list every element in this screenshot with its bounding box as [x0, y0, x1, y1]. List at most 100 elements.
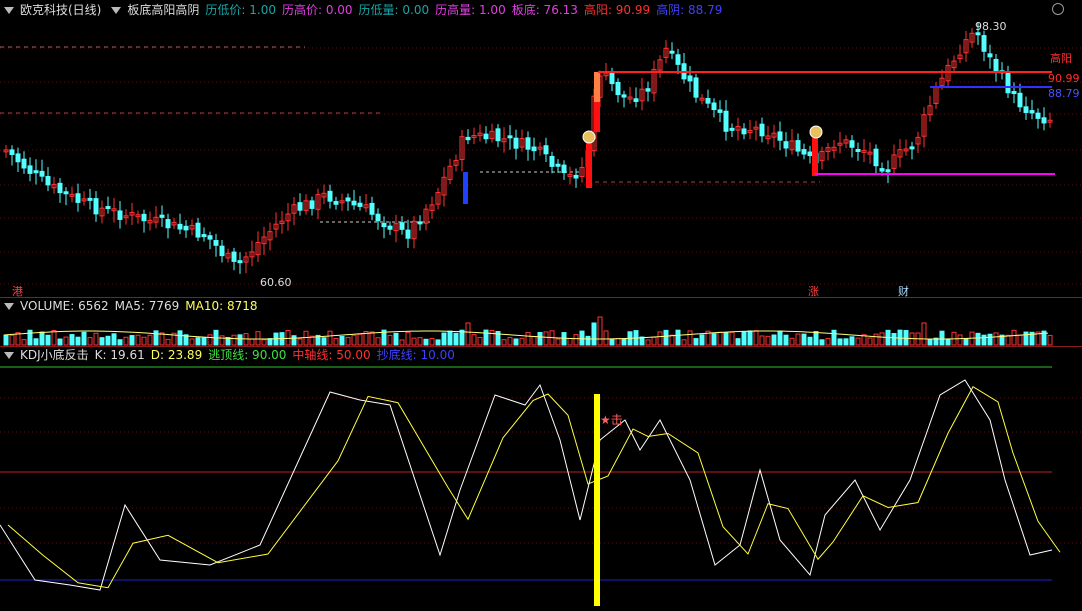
volume-bar — [321, 337, 327, 346]
candle-body — [165, 219, 171, 229]
candle-body — [87, 197, 93, 201]
volume-bar — [993, 332, 999, 346]
volume-bar — [501, 339, 507, 346]
low-price-label: 60.60 — [260, 276, 292, 289]
volume-bar — [513, 338, 519, 346]
candle-body — [9, 149, 15, 155]
kdj-series — [0, 366, 1061, 606]
right-label-gaoyin: 88.79 — [1048, 87, 1080, 100]
candle-body — [645, 88, 651, 92]
volume-bar — [147, 334, 153, 346]
candle-body — [594, 102, 600, 132]
candle-body — [711, 102, 717, 111]
candle-body — [873, 148, 879, 167]
kdj-d-line — [7, 386, 1061, 589]
candle-body — [387, 225, 393, 230]
candle-body — [1023, 106, 1029, 113]
candle-body — [207, 235, 213, 240]
candle-body — [1029, 110, 1035, 114]
candle-body — [327, 190, 333, 202]
candle-body — [381, 222, 387, 228]
volume-bar — [117, 339, 123, 346]
volume-bar — [801, 333, 807, 346]
candle-body — [33, 170, 39, 174]
candle-body — [45, 175, 51, 186]
candle-body — [693, 77, 699, 98]
volume-bar — [123, 336, 129, 346]
candle-body — [687, 75, 693, 82]
volume-bar — [141, 336, 147, 346]
volume-bar — [945, 338, 951, 346]
candle-body — [615, 81, 621, 96]
volume-bar — [9, 334, 15, 346]
volume-bar — [1047, 334, 1053, 346]
volume-bar — [33, 338, 39, 346]
candle-body — [812, 138, 818, 176]
candle-body — [465, 136, 471, 141]
volume-bar — [69, 334, 75, 346]
volume-bar — [603, 330, 609, 346]
kdj-signal-label: ★击 — [600, 413, 623, 427]
volume-bar — [261, 339, 267, 346]
candle-body — [21, 158, 27, 169]
volume-bar — [387, 334, 393, 346]
volume-bar — [765, 335, 771, 346]
volume-bar — [813, 331, 819, 346]
volume-bar — [111, 333, 117, 346]
candle-body — [1011, 91, 1017, 95]
volume-bar — [99, 337, 105, 346]
volume-bar — [51, 329, 57, 346]
volume-bar — [441, 332, 447, 346]
candle-body — [57, 182, 63, 194]
volume-bar — [759, 335, 765, 346]
candle-body — [63, 191, 69, 195]
volume-bar — [339, 336, 345, 346]
volume-bar — [1011, 329, 1017, 346]
volume-bar — [405, 331, 411, 346]
volume-bar — [645, 339, 651, 346]
volume-bar — [411, 337, 417, 346]
volume-bar — [657, 331, 663, 346]
candle-body — [543, 145, 549, 155]
volume-bar — [465, 322, 471, 346]
candle-body — [549, 155, 555, 167]
candle-body — [513, 137, 519, 149]
candle-body — [633, 98, 639, 103]
candle-body — [801, 149, 807, 155]
candle-body — [297, 202, 303, 211]
volume-bar — [891, 333, 897, 346]
volume-bar — [477, 336, 483, 346]
candle-body — [525, 137, 531, 150]
volume-bar — [843, 338, 849, 346]
volume-bar — [831, 329, 837, 346]
volume-bar — [963, 338, 969, 346]
candle-body — [231, 251, 237, 262]
volume-bar — [525, 331, 531, 346]
volume-bar — [675, 329, 681, 346]
candle-body — [594, 72, 600, 102]
volume-bar — [453, 332, 459, 346]
volume-bar — [291, 335, 297, 346]
volume-bar — [297, 338, 303, 346]
candle-body — [561, 164, 567, 174]
volume-bar — [747, 330, 753, 346]
volume-bar — [825, 338, 831, 346]
candle-body — [855, 148, 861, 152]
volume-bar — [345, 336, 351, 346]
volume-bar — [873, 333, 879, 346]
volume-bar — [357, 333, 363, 346]
candlestick-series — [3, 22, 1053, 274]
chart-canvas[interactable]: 98.30 60.60 高阳 90.99 88.79 港 涨 财 ★击 — [0, 0, 1082, 611]
volume-bar — [681, 339, 687, 346]
candle-body — [759, 123, 765, 137]
candle-body — [417, 221, 423, 225]
candle-body — [909, 146, 915, 150]
volume-bar — [129, 335, 135, 346]
candle-body — [75, 193, 81, 203]
candle-body — [981, 35, 987, 52]
volume-bar — [165, 338, 171, 346]
volume-bar — [729, 331, 735, 346]
candle-body — [219, 245, 225, 257]
volume-bar — [783, 334, 789, 346]
volume-bar — [777, 330, 783, 346]
